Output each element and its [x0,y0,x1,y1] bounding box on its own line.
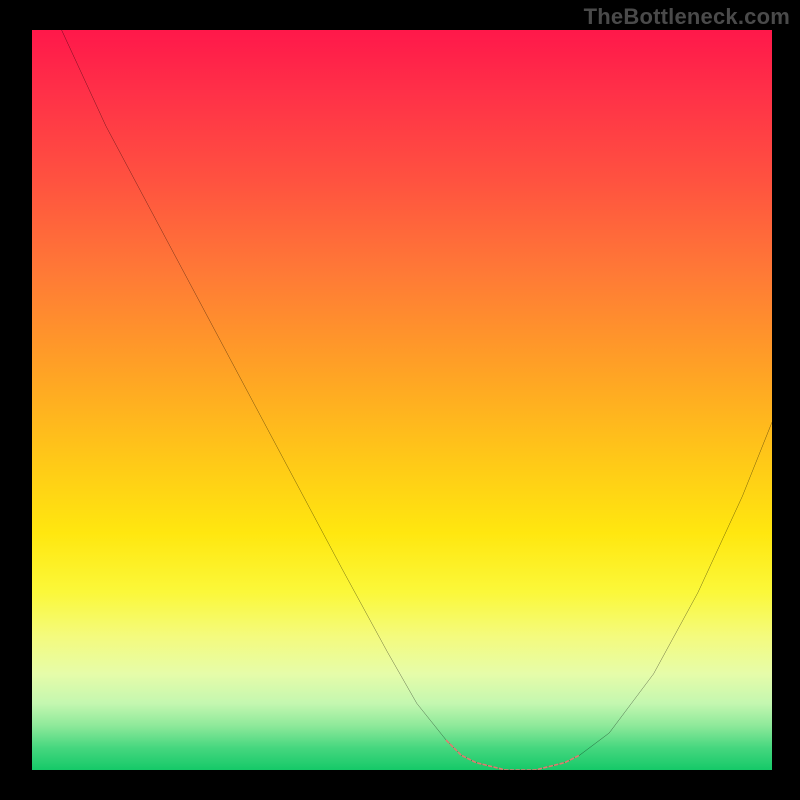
bottleneck-curve [62,30,772,770]
chart-frame: TheBottleneck.com [0,0,800,800]
watermark-text: TheBottleneck.com [584,4,790,30]
highlight-segment [446,740,579,770]
plot-area [32,30,772,770]
chart-svg [32,30,772,770]
